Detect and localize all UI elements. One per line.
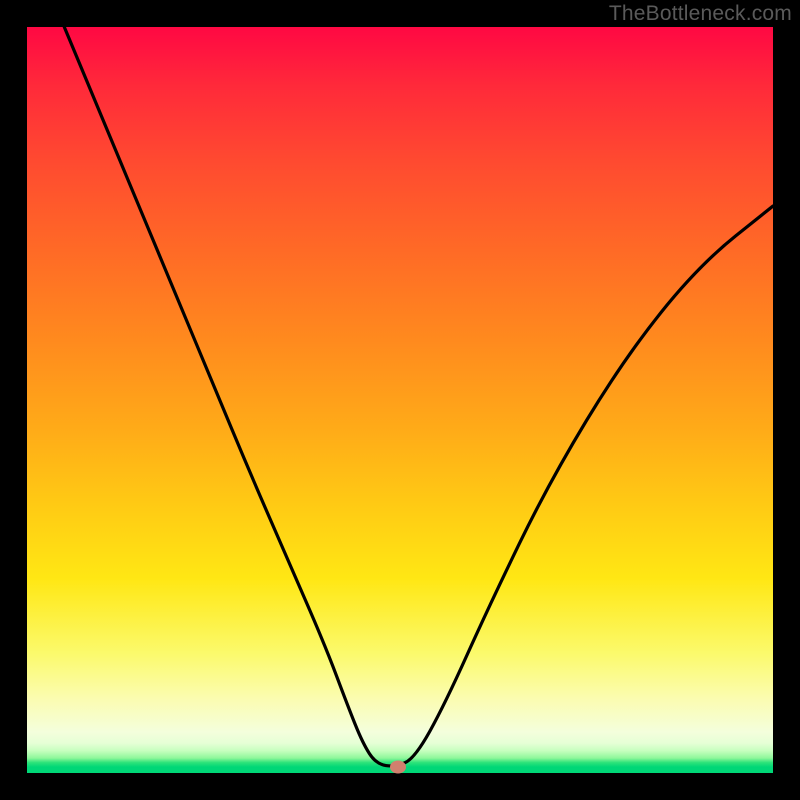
plot-area	[27, 27, 773, 773]
bottleneck-curve	[27, 27, 773, 773]
watermark-text: TheBottleneck.com	[609, 2, 792, 26]
chart-frame: TheBottleneck.com	[0, 0, 800, 800]
optimum-marker	[390, 761, 406, 774]
